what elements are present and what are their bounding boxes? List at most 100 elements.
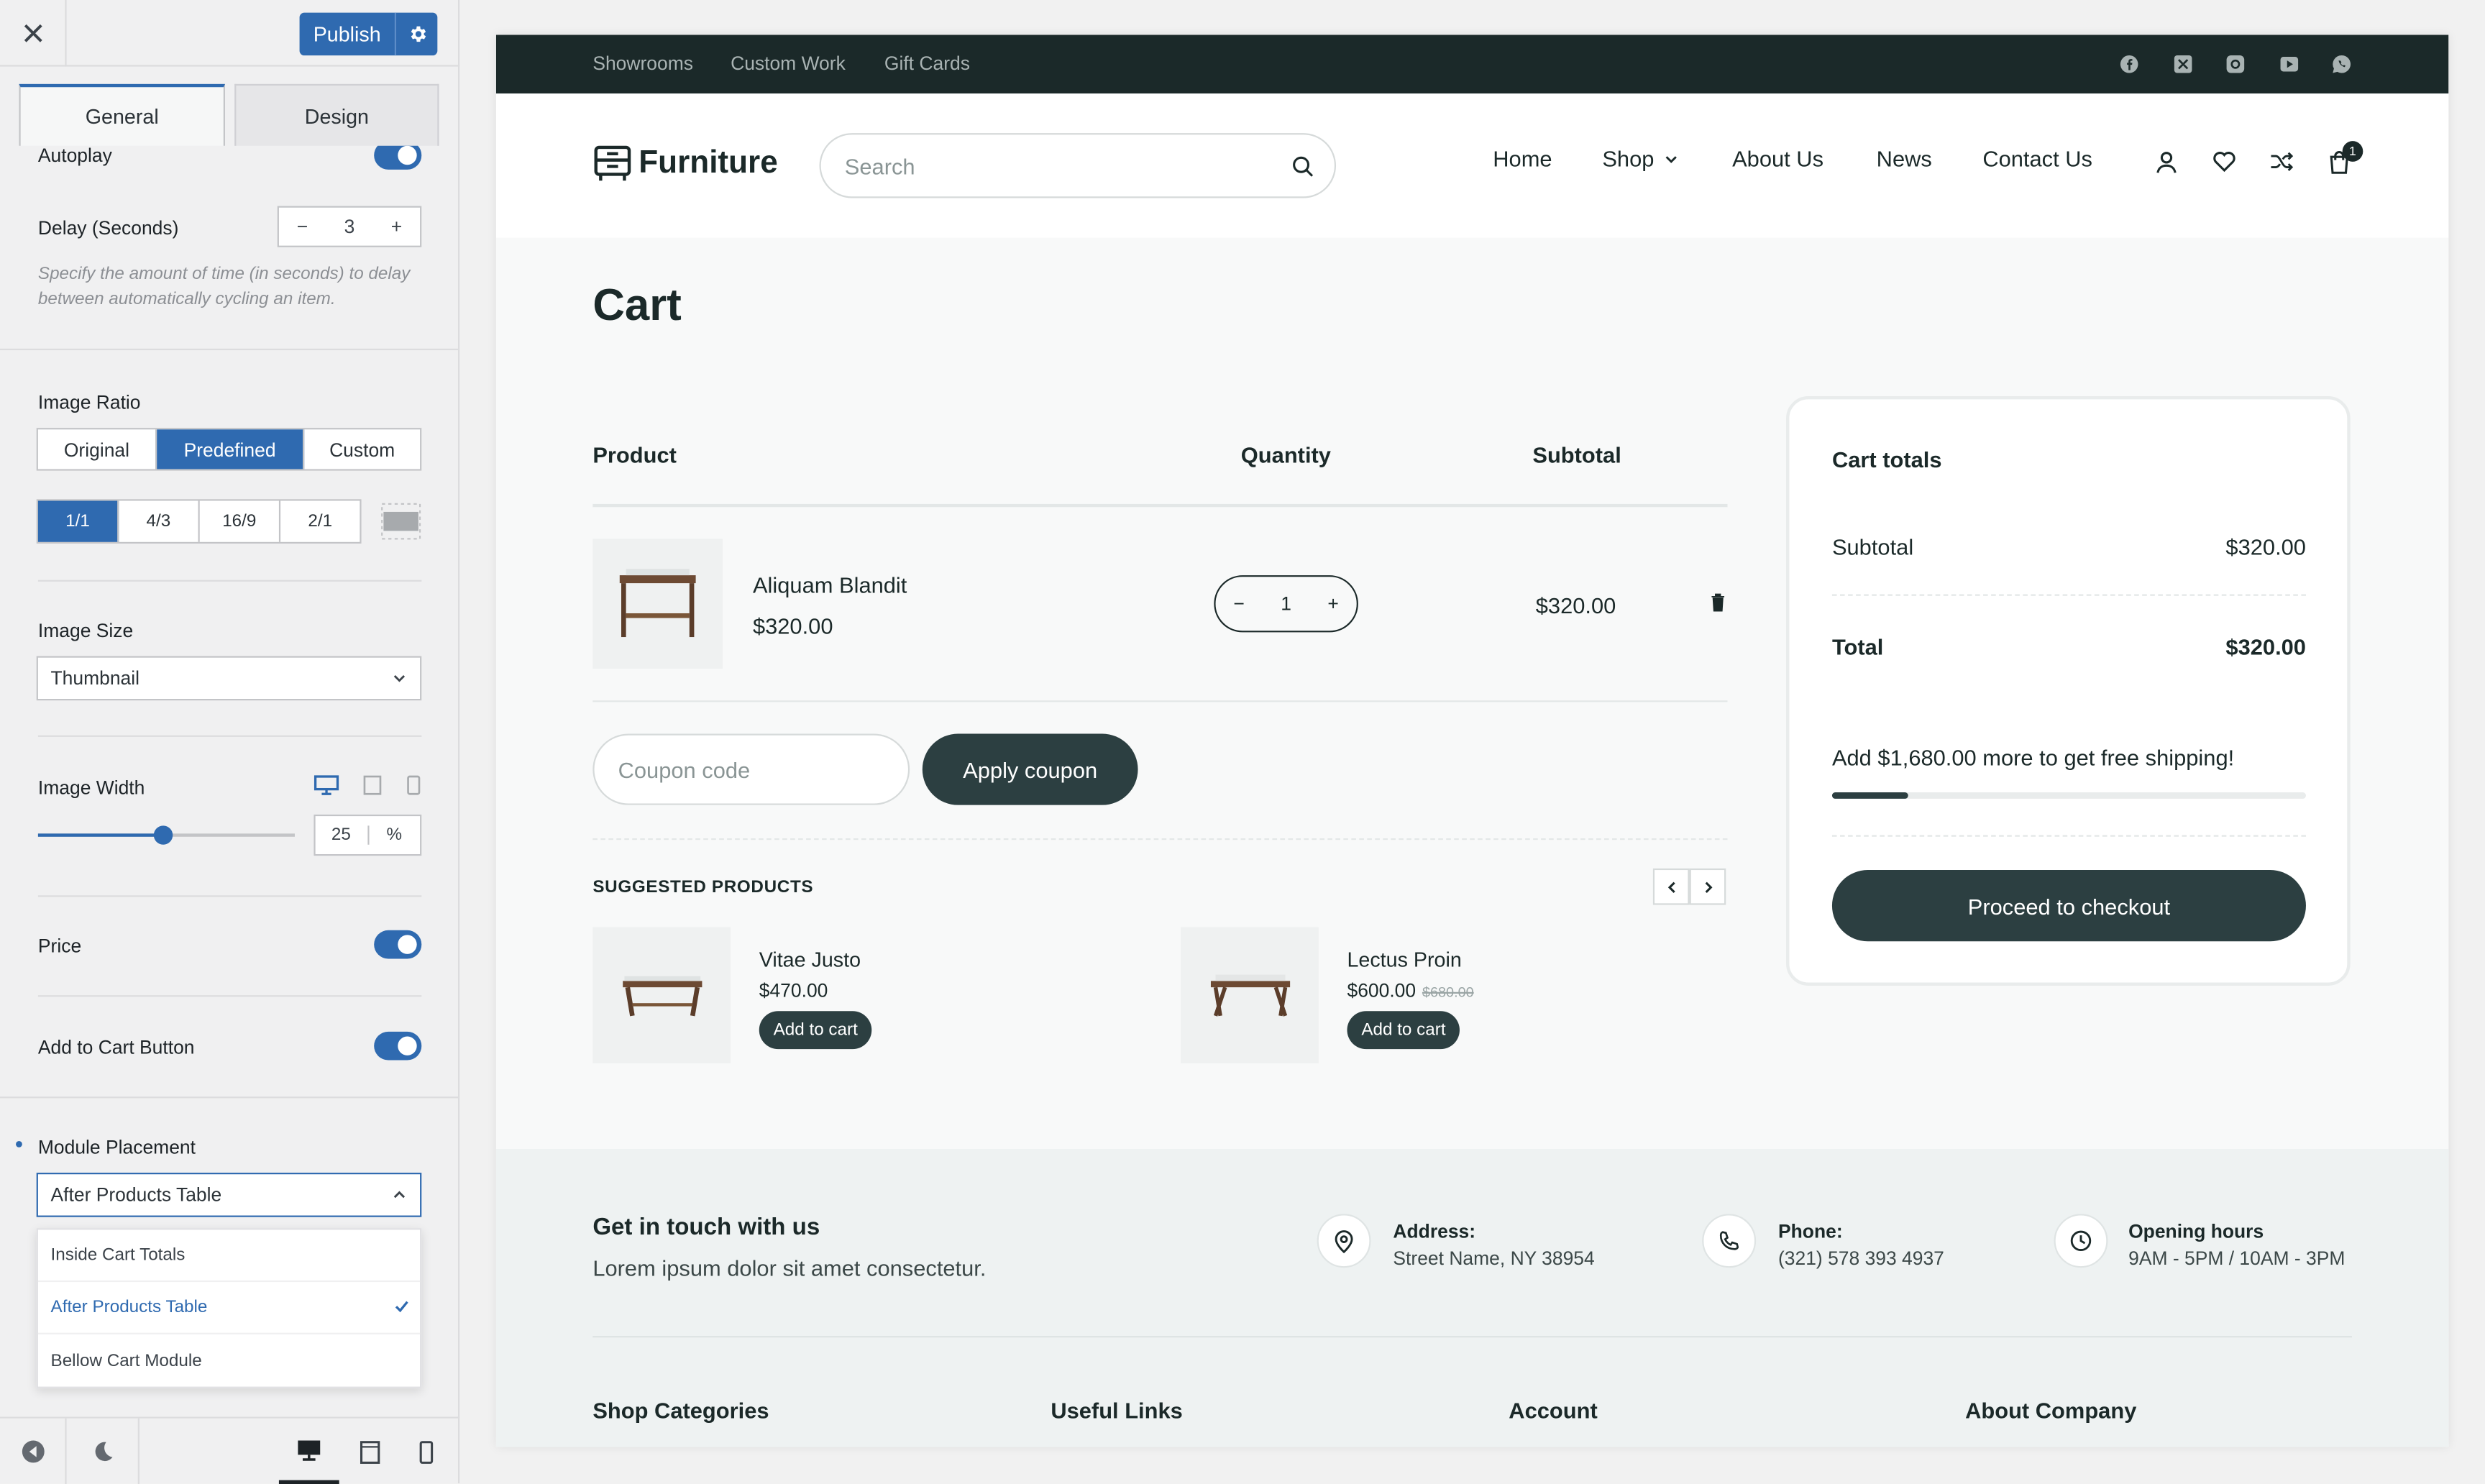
panel-footer	[0, 1416, 460, 1484]
close-button[interactable]	[0, 0, 67, 67]
search-icon[interactable]	[1291, 155, 1314, 178]
ratio-16-9[interactable]: 16/9	[200, 500, 281, 542]
chevron-left-icon	[1667, 881, 1675, 892]
cart-item-name[interactable]: Aliquam Blandit	[753, 572, 907, 597]
ratio-mode-predefined[interactable]: Predefined	[157, 429, 305, 470]
tab-general[interactable]: General	[19, 83, 225, 146]
nav-label: Shop	[1602, 145, 1655, 172]
option-label: Bellow Cart Module	[50, 1350, 202, 1370]
trash-icon[interactable]	[1710, 592, 1726, 612]
publish-settings-button[interactable]	[394, 12, 438, 56]
youtube-icon[interactable]	[2279, 54, 2299, 75]
apply-coupon-button[interactable]: Apply coupon	[922, 733, 1138, 805]
divider	[37, 580, 422, 582]
dark-mode-button[interactable]	[68, 1418, 139, 1484]
add-to-cart-toggle[interactable]	[374, 1031, 422, 1061]
image-size-select[interactable]: Thumbnail	[36, 656, 422, 701]
desktop-icon	[298, 1439, 321, 1460]
tab-design[interactable]: Design	[234, 83, 439, 146]
account-icon[interactable]	[2156, 150, 2178, 174]
nav-label: Contact Us	[1982, 145, 2092, 172]
coupon-input[interactable]: Coupon code	[592, 733, 910, 805]
image-width-unit[interactable]: %	[368, 825, 420, 844]
nav-label: News	[1876, 145, 1932, 172]
publish-button[interactable]: Publish	[299, 12, 438, 56]
suggested-product-image[interactable]	[592, 927, 731, 1063]
placement-dropdown: Inside Cart Totals After Products Table …	[36, 1228, 422, 1388]
slider-handle[interactable]	[154, 825, 174, 845]
mobile-icon[interactable]	[406, 775, 421, 796]
increment-button[interactable]: +	[1309, 592, 1356, 615]
whatsapp-icon[interactable]	[2331, 54, 2352, 75]
suggested-product-name[interactable]: Lectus Proin	[1347, 948, 1461, 971]
increment-button[interactable]: +	[373, 216, 420, 238]
nav-contact-us[interactable]: Contact Us	[1982, 146, 2092, 171]
search-placeholder: Search	[844, 152, 915, 178]
nav-news[interactable]: News	[1877, 146, 1932, 171]
top-link-custom-work[interactable]: Custom Work	[731, 35, 846, 93]
suggested-product-image[interactable]	[1181, 927, 1319, 1063]
facebook-icon[interactable]	[2119, 54, 2140, 75]
suggested-products-title: SUGGESTED PRODUCTS	[592, 878, 814, 897]
option-label: Inside Cart Totals	[50, 1245, 186, 1265]
ratio-1-1[interactable]: 1/1	[37, 500, 119, 542]
contact-title: Get in touch with us	[592, 1214, 820, 1241]
ratio-mode-original[interactable]: Original	[38, 429, 157, 470]
suggested-prev-button[interactable]	[1652, 868, 1690, 905]
free-shipping-progress	[1831, 792, 2306, 799]
nav-about-us[interactable]: About Us	[1732, 146, 1823, 171]
placement-option-bellow-cart-module[interactable]: Bellow Cart Module	[38, 1334, 420, 1387]
ratio-4-3[interactable]: 4/3	[119, 500, 200, 542]
module-placement-select[interactable]: After Products Table	[36, 1173, 422, 1217]
search-input[interactable]: Search	[819, 133, 1337, 198]
phone-label: Phone:	[1778, 1220, 1843, 1243]
preview-desktop-button[interactable]	[278, 1419, 339, 1484]
phone-value[interactable]: (321) 578 393 4937	[1778, 1247, 1944, 1270]
preview-mobile-button[interactable]	[406, 1419, 447, 1484]
table-header-divider	[592, 503, 1728, 508]
desktop-icon[interactable]	[314, 775, 339, 796]
price-toggle[interactable]	[374, 930, 422, 959]
compare-icon[interactable]	[2269, 150, 2294, 173]
autoplay-toggle[interactable]	[374, 145, 422, 170]
progress-fill	[1831, 792, 1908, 799]
nav-shop[interactable]: Shop	[1602, 146, 1678, 171]
proceed-to-checkout-button[interactable]: Proceed to checkout	[1831, 870, 2306, 942]
x-icon[interactable]	[2173, 54, 2194, 75]
add-to-cart-button[interactable]: Add to cart	[1347, 1011, 1460, 1050]
decrement-button[interactable]: −	[279, 216, 326, 238]
total-label: Total	[1831, 633, 1884, 659]
free-shipping-message: Add $1,680.00 more to get free shipping!	[1831, 744, 2235, 771]
suggested-next-button[interactable]	[1689, 868, 1726, 905]
instagram-icon[interactable]	[2225, 54, 2246, 75]
collapse-button[interactable]	[0, 1418, 67, 1484]
quantity-value[interactable]: 1	[1263, 592, 1309, 615]
panel-tabs: General Design	[19, 83, 439, 146]
site-logo[interactable]: Furniture	[592, 145, 778, 184]
suggested-product-name[interactable]: Vitae Justo	[759, 948, 861, 971]
ratio-mode-custom[interactable]: Custom	[304, 429, 420, 469]
top-link-showrooms[interactable]: Showrooms	[592, 35, 693, 93]
ratio-2-1[interactable]: 2/1	[280, 500, 360, 541]
image-width-slider[interactable]	[37, 825, 295, 845]
tablet-icon[interactable]	[363, 775, 382, 796]
footer-divider	[592, 1336, 2352, 1338]
preview-tablet-button[interactable]	[349, 1419, 390, 1484]
top-link-gift-cards[interactable]: Gift Cards	[884, 35, 970, 93]
delay-value[interactable]: 3	[326, 216, 372, 238]
price-original: $680.00	[1422, 984, 1474, 1000]
delay-stepper: − 3 +	[277, 206, 422, 247]
site-footer: Get in touch with us Lorem ipsum dolor s…	[495, 1148, 2449, 1447]
placement-option-inside-cart-totals[interactable]: Inside Cart Totals	[37, 1229, 421, 1283]
add-to-cart-label: Add to Cart Button	[37, 1036, 195, 1059]
wishlist-icon[interactable]	[2212, 150, 2236, 173]
nav-home[interactable]: Home	[1493, 146, 1552, 171]
add-to-cart-button[interactable]: Add to cart	[759, 1011, 872, 1050]
page-title: Cart	[592, 280, 682, 330]
cart-item-image[interactable]	[592, 539, 723, 669]
decrement-button[interactable]: −	[1216, 592, 1263, 615]
image-width-value[interactable]: 25	[316, 825, 369, 845]
chevron-down-icon	[393, 675, 406, 682]
column-header-subtotal: Subtotal	[1532, 441, 1621, 468]
placement-option-after-products-table[interactable]: After Products Table	[37, 1282, 421, 1334]
